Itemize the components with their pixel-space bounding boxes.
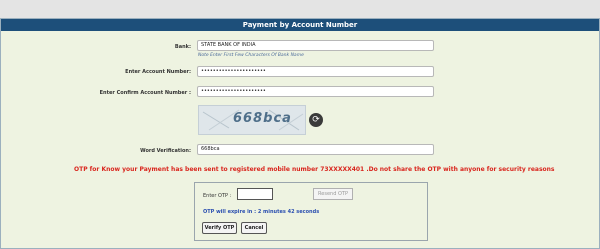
otp-section: Enter OTP : Resend OTP OTP will expire i… xyxy=(194,182,428,241)
word-verification-field[interactable]: 668bca xyxy=(197,144,434,155)
confirm-account-number-label: Enter Confirm Account Number : xyxy=(99,90,191,96)
word-verification-label: Word Verification: xyxy=(140,148,191,154)
account-number-label: Enter Account Number: xyxy=(125,69,191,75)
browser-top-strip xyxy=(0,0,600,18)
verify-otp-button[interactable]: Verify OTP xyxy=(202,222,237,234)
account-number-field[interactable]: •••••••••••••••••••••• xyxy=(197,66,434,77)
bank-label: Bank: xyxy=(174,44,191,50)
confirm-account-number-field[interactable]: •••••••••••••••••••••• xyxy=(197,86,434,97)
captcha-image: 668bca xyxy=(198,105,306,135)
refresh-icon[interactable]: ⟳ xyxy=(309,113,323,127)
bank-note: Note Enter First Few Characters Of Bank … xyxy=(198,53,304,58)
resend-otp-button[interactable]: Resend OTP xyxy=(313,188,353,200)
otp-sent-message: OTP for Know your Payment has been sent … xyxy=(74,166,555,173)
otp-label: Enter OTP : xyxy=(203,193,232,199)
bank-field[interactable]: STATE BANK OF INDIA xyxy=(197,40,434,51)
panel-title: Payment by Account Number xyxy=(1,19,599,31)
cancel-button[interactable]: Cancel xyxy=(241,222,267,234)
otp-input[interactable] xyxy=(237,188,273,200)
otp-expiry-text: OTP will expire in : 2 minutes 42 second… xyxy=(203,209,320,215)
captcha-text: 668bca xyxy=(233,111,292,126)
